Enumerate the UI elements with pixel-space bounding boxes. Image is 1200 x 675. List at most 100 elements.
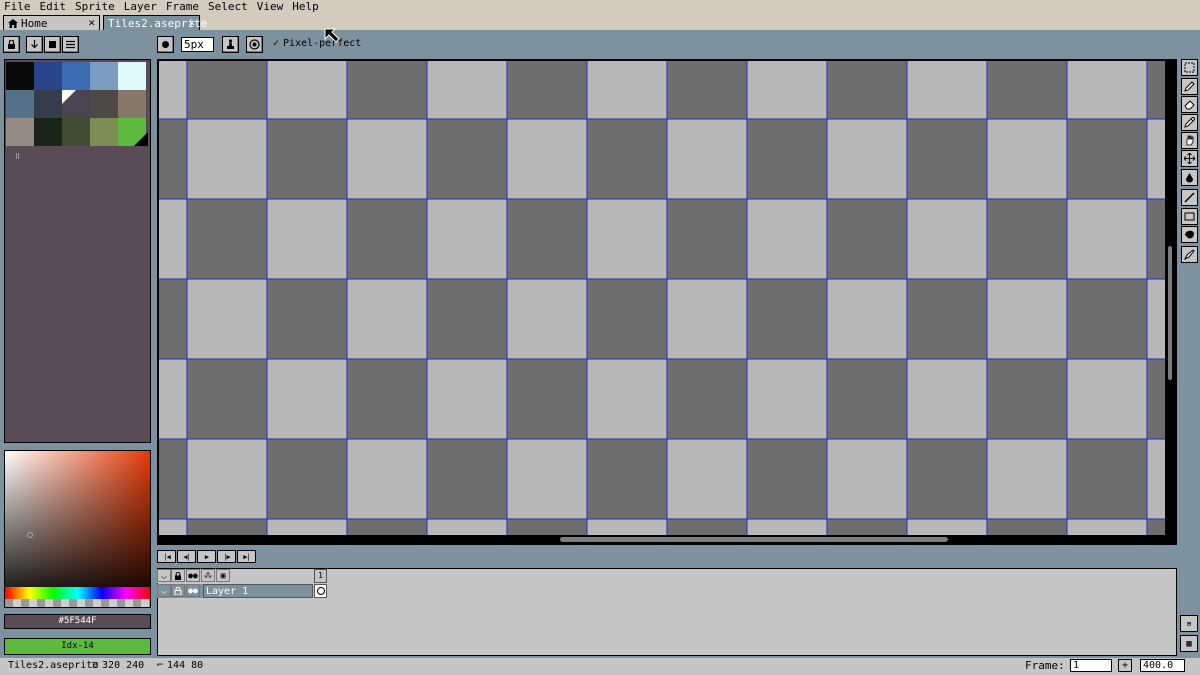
tab-tiles-close-icon[interactable]: ✕ <box>188 16 195 29</box>
canvas-tile <box>186 358 268 440</box>
canvas-tile <box>266 61 348 120</box>
line-tool-icon[interactable] <box>1181 189 1198 206</box>
next-frame-icon[interactable]: |▶ <box>217 550 236 563</box>
menu-help[interactable]: Help <box>292 0 319 13</box>
alpha-slider[interactable] <box>5 599 150 607</box>
palette-swatch[interactable] <box>34 118 62 146</box>
background-color-index[interactable]: Idx-14 <box>4 638 151 655</box>
layer-name[interactable]: Layer 1 <box>203 584 313 598</box>
sprite-size-value: 320 240 <box>102 660 145 671</box>
play-icon[interactable]: ▶ <box>197 550 216 563</box>
pixel-perfect-checkbox[interactable]: ✓ Pixel-perfect <box>273 38 361 49</box>
palette-swatch[interactable] <box>90 62 118 90</box>
brush-type-icon[interactable] <box>157 36 174 53</box>
menu-file[interactable]: File <box>4 0 31 13</box>
sort-down-icon[interactable] <box>26 36 43 53</box>
canvas-tile <box>986 198 1068 280</box>
presets-icon[interactable] <box>44 36 61 53</box>
previous-frame-icon[interactable]: ◀| <box>177 550 196 563</box>
palette-swatch[interactable] <box>6 118 34 146</box>
color-spectrum[interactable] <box>4 450 151 608</box>
palette-swatch[interactable] <box>90 90 118 118</box>
canvas-tile <box>159 438 188 520</box>
menu-view[interactable]: View <box>257 0 284 13</box>
canvas-tile <box>746 61 828 120</box>
foreground-color-hex[interactable]: #5F544F <box>4 614 151 629</box>
horizontal-scrollbar[interactable] <box>560 537 948 542</box>
menu-sprite[interactable]: Sprite <box>75 0 115 13</box>
canvas-tile <box>586 278 668 360</box>
menu-frame[interactable]: Frame <box>166 0 199 13</box>
layer-continuous-icon[interactable]: ●● <box>186 584 200 597</box>
link-cels-icon[interactable]: ▣ <box>216 569 230 582</box>
onion-skin-icon[interactable]: ⁂ <box>201 569 215 582</box>
canvas-tile <box>666 198 748 280</box>
canvas-tile <box>826 61 908 120</box>
ink-icon[interactable] <box>222 36 239 53</box>
canvas-tile <box>586 61 668 120</box>
opacity-icon[interactable] <box>246 36 263 53</box>
cel-frame-1[interactable] <box>314 584 327 598</box>
contour-tool-icon[interactable] <box>1181 226 1198 243</box>
palette-swatch[interactable] <box>118 62 146 90</box>
eraser-tool-icon[interactable] <box>1181 96 1198 113</box>
canvas-tile <box>426 438 508 520</box>
timeline-config-icon[interactable]: ▦ <box>1180 635 1198 652</box>
palette-swatch[interactable] <box>6 90 34 118</box>
canvas-tile <box>666 61 748 120</box>
tab-home-close-icon[interactable]: ✕ <box>88 16 95 29</box>
color-picker-cursor[interactable] <box>27 532 33 538</box>
tab-home[interactable]: Home ✕ <box>3 15 100 30</box>
canvas-tile <box>826 358 908 440</box>
canvas-tile <box>746 198 828 280</box>
menu-select[interactable]: Select <box>208 0 248 13</box>
pencil-tool-icon[interactable] <box>1181 78 1198 95</box>
last-frame-icon[interactable]: ▶| <box>237 550 256 563</box>
palette-resize-handle[interactable] <box>16 153 19 159</box>
palette-swatch[interactable] <box>62 62 90 90</box>
canvas-tile <box>426 118 508 200</box>
vertical-scrollbar[interactable] <box>1168 246 1172 380</box>
canvas-tile <box>906 278 988 360</box>
rectangle-tool-icon[interactable] <box>1181 208 1198 225</box>
menu-layer[interactable]: Layer <box>124 0 157 13</box>
zoom-input[interactable]: 400.0 <box>1140 659 1185 672</box>
hand-tool-icon[interactable] <box>1181 132 1198 149</box>
first-frame-icon[interactable]: |◀ <box>157 550 176 563</box>
frame-tags-icon[interactable]: ⊞ <box>1180 615 1198 632</box>
tool-options-bar <box>0 30 1200 58</box>
palette-swatch[interactable] <box>34 62 62 90</box>
move-tool-icon[interactable] <box>1181 150 1198 167</box>
visibility-header-icon[interactable]: ◡ <box>157 569 171 582</box>
blur-tool-icon[interactable] <box>1181 246 1198 263</box>
hue-slider[interactable] <box>5 587 150 599</box>
palette-swatch[interactable] <box>6 62 34 90</box>
canvas-tile <box>346 118 428 200</box>
layer-visibility-icon[interactable]: ◡ <box>157 584 171 597</box>
canvas-tile <box>666 278 748 360</box>
palette-swatch[interactable] <box>62 118 90 146</box>
fill-tool-icon[interactable] <box>1181 169 1198 186</box>
frame-header[interactable]: 1 <box>314 569 327 583</box>
canvas-tile <box>1066 118 1148 200</box>
brush-size-input[interactable]: 5px <box>181 37 214 52</box>
options-icon[interactable] <box>62 36 79 53</box>
lock-icon[interactable] <box>3 36 20 53</box>
canvas-tile <box>346 198 428 280</box>
layer-lock-icon[interactable] <box>171 584 185 597</box>
eyedropper-tool-icon[interactable] <box>1181 114 1198 131</box>
continuous-header-icon[interactable]: ●● <box>186 569 200 582</box>
palette-swatch[interactable] <box>90 118 118 146</box>
new-frame-button[interactable]: + <box>1118 659 1132 672</box>
sprite-canvas[interactable] <box>159 61 1165 535</box>
canvas-tile <box>986 118 1068 200</box>
canvas-tile <box>346 61 428 120</box>
canvas-tile <box>986 61 1068 120</box>
palette-swatch[interactable] <box>118 90 146 118</box>
frame-input[interactable]: 1 <box>1070 659 1112 672</box>
menu-edit[interactable]: Edit <box>40 0 67 13</box>
palette-swatch[interactable] <box>34 90 62 118</box>
tab-tiles[interactable]: Tiles2.aseprite ✕ <box>103 15 207 30</box>
marquee-tool-icon[interactable] <box>1181 59 1198 76</box>
lock-header-icon[interactable] <box>171 569 185 582</box>
